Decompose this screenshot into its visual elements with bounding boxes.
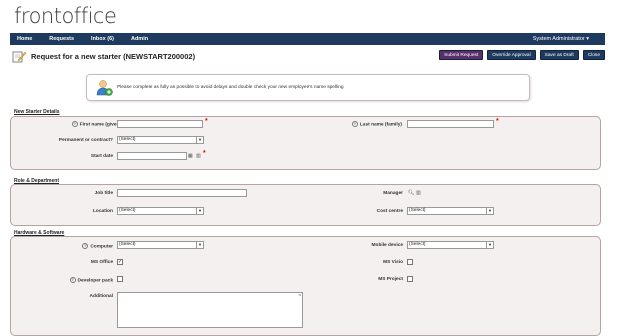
chevron-down-icon: ▾ [486, 242, 493, 248]
ms-office-checkbox[interactable]: ✓ [117, 259, 123, 265]
ms-office-label: MS Office [90, 260, 113, 265]
clear-icon[interactable]: ▥ [416, 190, 421, 196]
app-logo: frontoffice [14, 4, 117, 28]
ms-project-checkbox[interactable] [407, 276, 413, 282]
info-message-text: Please complete as fully as possible to … [117, 85, 344, 90]
info-message: Please complete as fully as possible to … [86, 74, 530, 101]
chevron-down-icon: ▾ [196, 137, 203, 143]
developer-pack-checkbox[interactable] [117, 276, 123, 282]
page-header: Request for a new starter (NEWSTART20000… [10, 48, 605, 65]
help-icon[interactable]: ? [71, 121, 78, 127]
additional-textarea[interactable]: ^ [117, 292, 303, 328]
chevron-down-icon: ▾ [196, 208, 203, 214]
help-icon[interactable]: ? [351, 121, 358, 127]
start-date-label: Start date [90, 154, 113, 159]
user-menu[interactable]: System Administrator ▾ [533, 36, 589, 42]
nav-admin[interactable]: Admin [131, 36, 148, 42]
cost-centre-select[interactable]: (Select) ▾ [407, 207, 494, 215]
first-name-label: ? First name (given) [71, 121, 121, 128]
role-panel: Job title Manager 🔍︎ ▥ Location (Select)… [10, 184, 601, 226]
cost-centre-label: Cost centre [376, 209, 403, 214]
edit-document-icon [12, 51, 26, 63]
permanent-contract-select[interactable]: (Select) ▾ [117, 136, 204, 144]
scroll-up-icon[interactable]: ^ [299, 294, 301, 300]
start-date-input[interactable] [117, 152, 187, 160]
chevron-down-icon: ▾ [486, 208, 493, 214]
job-title-label: Job title [94, 191, 113, 196]
computer-select[interactable]: (Select) ▾ [117, 241, 204, 249]
required-marker: * [203, 150, 206, 157]
close-button[interactable]: Close [582, 50, 605, 60]
permanent-contract-label: Permanent or contract? [58, 138, 113, 143]
required-marker: * [205, 118, 208, 125]
help-icon[interactable]: ? [69, 277, 76, 283]
help-icon[interactable]: ? [82, 243, 89, 249]
chevron-down-icon: ▾ [196, 242, 203, 248]
page-title: Request for a new starter (NEWSTART20000… [31, 52, 196, 61]
ms-visio-label: MS Visio [383, 260, 403, 265]
mobile-device-label: Mobile device [371, 243, 403, 248]
mobile-device-select[interactable]: (Select) ▾ [407, 241, 494, 249]
section-title-new-starter: New Starter Details [14, 109, 60, 115]
submit-request-button[interactable]: Submit Request [439, 50, 484, 60]
ms-visio-checkbox[interactable] [407, 259, 413, 265]
add-user-icon [96, 79, 113, 96]
computer-label: ? Computer [82, 243, 113, 250]
location-select[interactable]: (Select) ▾ [117, 207, 204, 215]
location-label: Location [93, 209, 113, 214]
calendar-icon[interactable]: ▦ [188, 153, 193, 159]
developer-pack-label: ? Developer pack [69, 277, 113, 284]
manager-label: Manager [383, 191, 403, 196]
additional-label: Additional [89, 294, 113, 299]
first-name-input[interactable] [117, 120, 203, 128]
save-draft-button[interactable]: Save as Draft [539, 50, 579, 60]
override-approval-button[interactable]: Override Approval [487, 50, 536, 60]
ms-project-label: MS Project [378, 277, 403, 282]
new-starter-panel: ? First name (given) * ? Last name (family… [10, 116, 601, 170]
hardware-panel: ? Computer (Select) ▾ Mobile device (Selec… [10, 236, 601, 336]
top-nav: Home Requests Inbox (6) Admin System Adm… [10, 33, 605, 45]
clear-icon[interactable]: ▥ [196, 153, 201, 159]
job-title-input[interactable] [117, 189, 247, 197]
search-icon[interactable]: 🔍︎ [408, 190, 414, 196]
required-marker: * [496, 118, 499, 125]
nav-home[interactable]: Home [17, 36, 32, 42]
last-name-label: ? Last name (family) [351, 121, 402, 128]
last-name-input[interactable] [407, 120, 494, 128]
nav-requests[interactable]: Requests [49, 36, 74, 42]
nav-inbox[interactable]: Inbox (6) [91, 36, 114, 42]
